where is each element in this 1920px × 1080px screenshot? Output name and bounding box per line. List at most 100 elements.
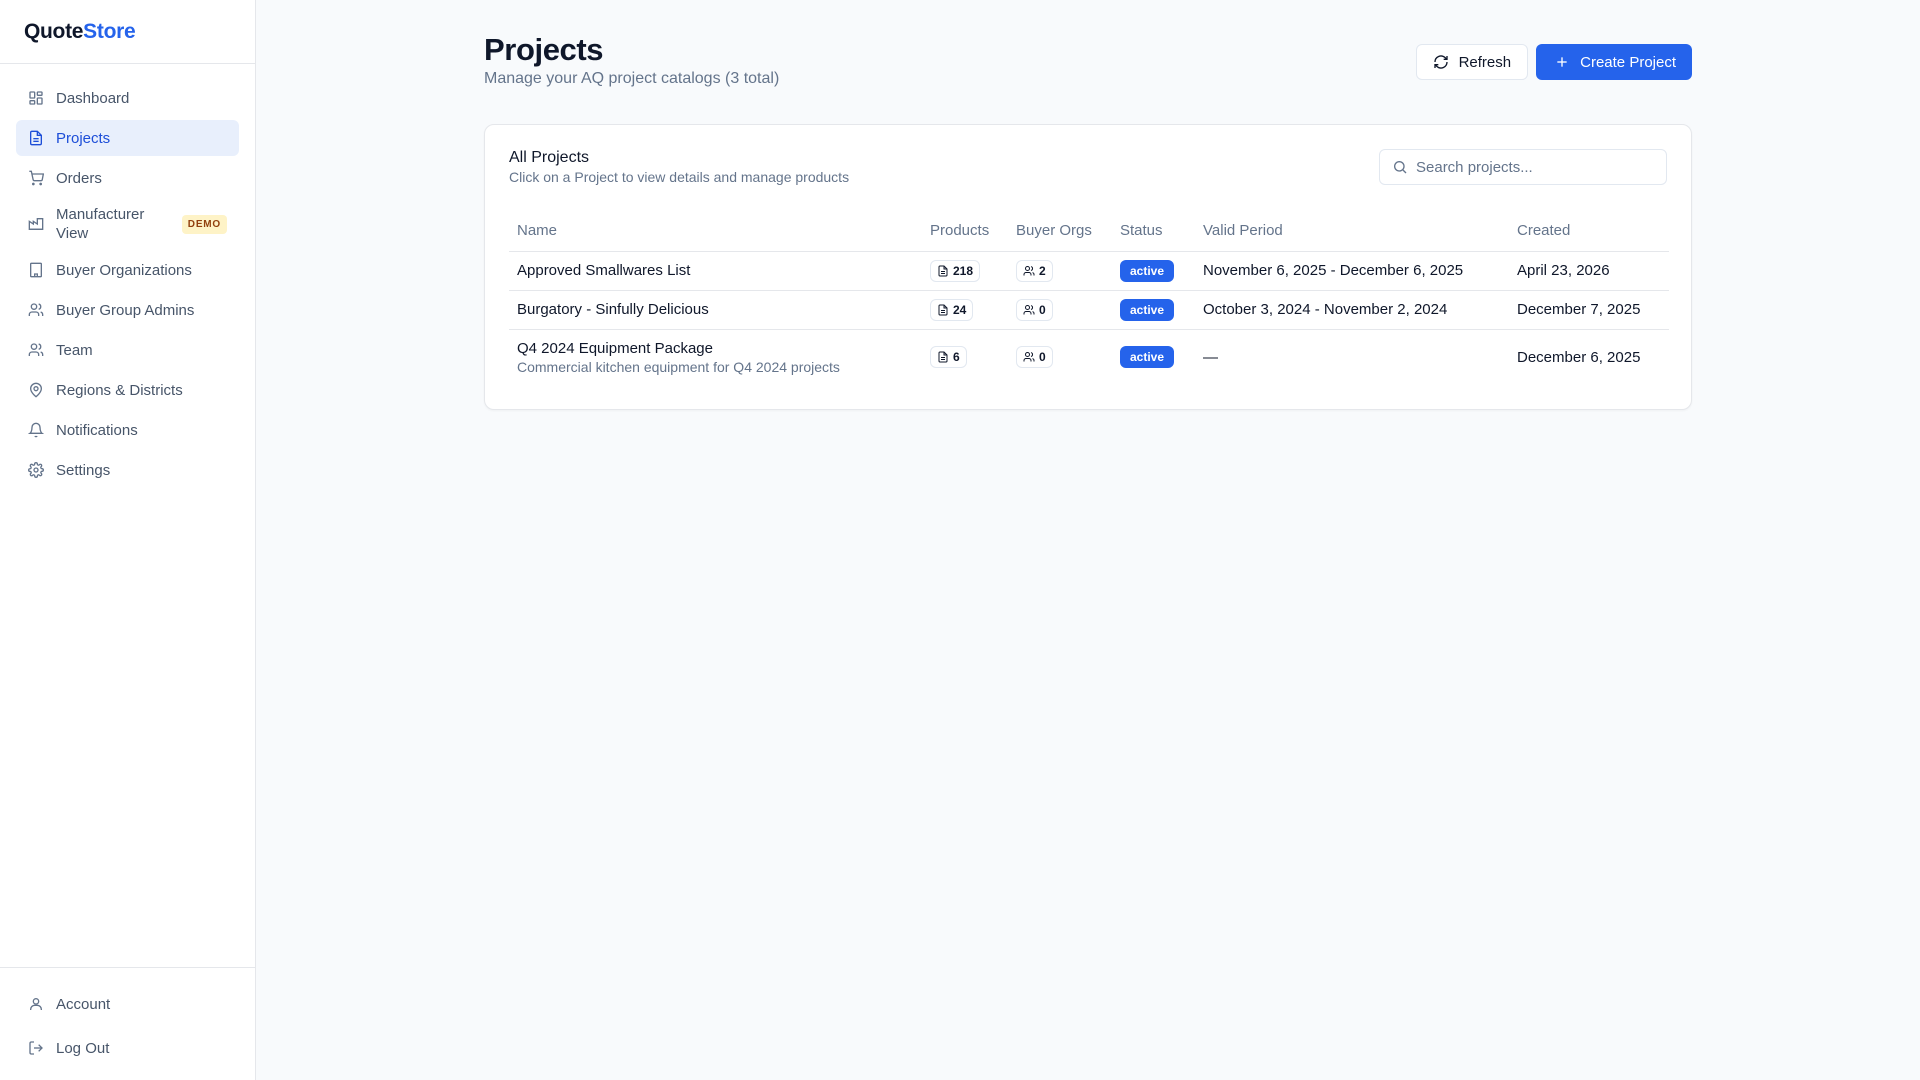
sidebar-item-label: Regions & Districts <box>56 381 183 399</box>
sidebar-footer: Account Log Out <box>0 967 255 1080</box>
column-header-name[interactable]: Name <box>509 211 922 252</box>
sidebar-item-manufacturer-view[interactable]: Manufacturer View DEMO <box>16 200 239 248</box>
buyer-orgs-count-pill: 0 <box>1016 346 1053 369</box>
column-header-created[interactable]: Created <box>1509 211 1669 252</box>
valid-period: November 6, 2025 - December 6, 2025 <box>1195 251 1509 291</box>
sidebar-item-projects[interactable]: Projects <box>16 120 239 156</box>
column-header-valid-period[interactable]: Valid Period <box>1195 211 1509 252</box>
file-icon <box>937 265 949 277</box>
sidebar-item-team[interactable]: Team <box>16 332 239 368</box>
map-pin-icon <box>28 382 44 398</box>
sidebar-item-settings[interactable]: Settings <box>16 452 239 488</box>
sidebar-item-orders[interactable]: Orders <box>16 160 239 196</box>
dashboard-icon <box>28 90 44 106</box>
card-description: Click on a Project to view details and m… <box>509 169 850 185</box>
refresh-label: Refresh <box>1458 53 1512 71</box>
created-date: December 6, 2025 <box>1517 348 1641 366</box>
users-icon <box>1023 265 1035 277</box>
gear-icon <box>28 462 44 478</box>
plus-icon <box>1554 54 1570 70</box>
sidebar-item-label: Manufacturer View <box>56 206 145 242</box>
status-badge: active <box>1120 346 1175 369</box>
bell-icon <box>28 422 44 438</box>
sidebar-item-label: Notifications <box>56 421 138 439</box>
cart-icon <box>28 170 44 186</box>
team-icon <box>28 342 44 358</box>
users-icon <box>1023 351 1035 363</box>
file-icon <box>937 351 949 363</box>
sidebar-item-label: Projects <box>56 129 111 147</box>
search-input[interactable] <box>1416 158 1656 176</box>
column-header-products[interactable]: Products <box>922 211 1008 252</box>
create-project-label: Create Project <box>1580 53 1676 71</box>
sidebar-item-label: Team <box>56 341 93 359</box>
sidebar-item-label: Buyer Organizations <box>56 261 192 279</box>
create-project-button[interactable]: Create Project <box>1536 44 1692 80</box>
sidebar-item-label: Log Out <box>56 1039 110 1057</box>
status-badge: active <box>1120 259 1175 282</box>
sidebar-item-buyer-group-admins[interactable]: Buyer Group Admins <box>16 292 239 328</box>
sidebar-item-buyer-organizations[interactable]: Buyer Organizations <box>16 252 239 288</box>
status-badge: active <box>1120 298 1175 321</box>
valid-period: — <box>1203 348 1218 366</box>
valid-period: October 3, 2024 - November 2, 2024 <box>1195 290 1509 330</box>
sidebar: QuoteStore Dashboard Projects Orders Ma <box>0 0 256 1080</box>
user-icon <box>28 996 44 1012</box>
refresh-icon <box>1433 54 1449 70</box>
users-icon <box>28 302 44 318</box>
sidebar-item-label: Orders <box>56 169 102 187</box>
brand-name-part1: Quote <box>24 19 84 43</box>
table-row[interactable]: Burgatory - Sinfully Delicious 24 0 acti… <box>509 290 1669 330</box>
buyer-orgs-count: 0 <box>1039 350 1046 365</box>
sidebar-item-label: Account <box>56 995 111 1013</box>
buyer-orgs-count: 0 <box>1039 302 1046 317</box>
file-icon <box>937 304 949 316</box>
project-name: Q4 2024 Equipment Package <box>517 339 713 357</box>
project-name: Approved Smallwares List <box>517 262 691 279</box>
demo-badge: DEMO <box>181 214 227 234</box>
brand-logo[interactable]: Quote Store <box>0 0 255 64</box>
sidebar-item-logout[interactable]: Log Out <box>16 1028 239 1068</box>
sidebar-item-account[interactable]: Account <box>16 984 239 1024</box>
sidebar-item-regions-districts[interactable]: Regions & Districts <box>16 372 239 408</box>
sidebar-item-label: Buyer Group Admins <box>56 301 195 319</box>
search-icon <box>1392 159 1408 175</box>
project-name: Burgatory - Sinfully Delicious <box>517 301 709 318</box>
projects-card: All Projects Click on a Project to view … <box>484 124 1692 410</box>
card-title: All Projects <box>509 149 590 166</box>
search-box[interactable] <box>1379 149 1667 185</box>
table-header-row: Name Products Buyer Orgs Status Valid Pe… <box>509 211 1669 252</box>
factory-icon <box>28 216 44 232</box>
table-row[interactable]: Q4 2024 Equipment Package Commercial kit… <box>509 329 1669 385</box>
projects-table: Name Products Buyer Orgs Status Valid Pe… <box>509 211 1669 385</box>
page-header: Projects Manage your AQ project catalogs… <box>484 32 1692 92</box>
brand-name-part2: Store <box>83 19 136 43</box>
users-icon <box>1023 304 1035 316</box>
products-count-pill: 24 <box>930 298 974 321</box>
products-count-pill: 218 <box>930 259 981 282</box>
products-count: 24 <box>953 302 967 317</box>
logout-icon <box>28 1040 44 1056</box>
created-date: December 7, 2025 <box>1509 290 1669 330</box>
header-actions: Refresh Create Project <box>1415 44 1692 80</box>
refresh-button[interactable]: Refresh <box>1415 44 1529 80</box>
products-count: 6 <box>953 350 960 365</box>
column-header-buyer-orgs[interactable]: Buyer Orgs <box>1008 211 1112 252</box>
created-date: April 23, 2026 <box>1509 251 1669 291</box>
buyer-orgs-count-pill: 0 <box>1016 298 1053 321</box>
sidebar-item-label: Dashboard <box>56 89 130 107</box>
products-count-pill: 6 <box>930 346 967 369</box>
column-header-status[interactable]: Status <box>1112 211 1195 252</box>
sidebar-item-label: Settings <box>56 461 111 479</box>
project-description: Commercial kitchen equipment for Q4 2024… <box>517 358 840 375</box>
building-icon <box>28 262 44 278</box>
buyer-orgs-count-pill: 2 <box>1016 259 1053 282</box>
sidebar-item-dashboard[interactable]: Dashboard <box>16 80 239 116</box>
products-count: 218 <box>953 263 974 278</box>
file-text-icon <box>28 130 44 146</box>
card-header: All Projects Click on a Project to view … <box>509 149 849 185</box>
table-row[interactable]: Approved Smallwares List 218 2 active No… <box>509 251 1669 291</box>
sidebar-item-notifications[interactable]: Notifications <box>16 412 239 448</box>
sidebar-nav: Dashboard Projects Orders Manufacturer V… <box>0 64 255 488</box>
buyer-orgs-count: 2 <box>1039 263 1046 278</box>
